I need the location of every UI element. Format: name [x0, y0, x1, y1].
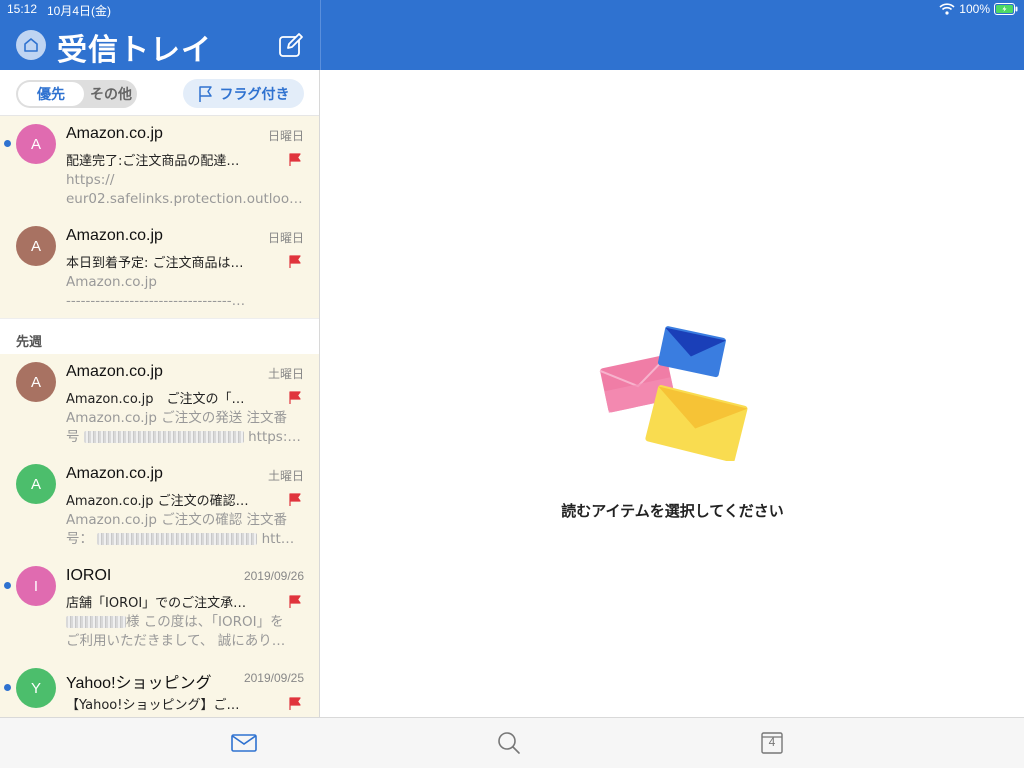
email-preview: https:// eur02.safelinks.protection.outl…: [66, 171, 306, 209]
section-label: 先週: [16, 335, 43, 350]
tab-search[interactable]: [494, 730, 524, 756]
email-subject: 【Yahoo!ショッピング】ご…: [66, 698, 240, 713]
email-sender: Yahoo!ショッピング: [66, 675, 212, 692]
preview-line: eur02.safelinks.protection.outloo…: [66, 191, 303, 207]
tab-bar: 4: [0, 717, 1024, 768]
calendar-day-number: 4: [768, 735, 776, 749]
app-header: 15:12 10月4日(金) 受信トレイ 100%: [0, 0, 1024, 70]
email-item[interactable]: A Amazon.co.jp 土曜日 Amazon.co.jp ご注文の「… A…: [0, 354, 319, 456]
email-subject: 配達完了:ご注文商品の配達…: [66, 154, 240, 169]
avatar: Y: [16, 668, 56, 708]
flag-icon[interactable]: [289, 391, 301, 405]
avatar: A: [16, 124, 56, 164]
status-right: 100%: [939, 2, 1018, 16]
battery-percent: 100%: [959, 2, 990, 16]
flag-outline-icon: [198, 85, 212, 102]
preview-line: https://: [66, 172, 115, 188]
redacted-text: [66, 616, 126, 628]
inbox-header: 15:12 10月4日(金) 受信トレイ: [0, 0, 320, 70]
empty-state-message: 読むアイテムを選択してください: [561, 502, 784, 520]
email-sender: Amazon.co.jp: [66, 363, 163, 380]
email-item[interactable]: A Amazon.co.jp 日曜日 本日到着予定: ご注文商品は… Amazo…: [0, 218, 319, 320]
preview-line: Amazon.co.jp ご注文の確認 注文番: [66, 512, 287, 528]
page-title: 受信トレイ: [57, 33, 212, 68]
email-item[interactable]: Y Yahoo!ショッピング 2019/09/25 【Yahoo!ショッピング】…: [0, 660, 319, 717]
email-item[interactable]: I IOROI 2019/09/26 店舗「IOROI」でのご注文承… 様 この…: [0, 558, 319, 660]
status-date: 10月4日(金): [47, 4, 112, 18]
preview-text: 号: [66, 429, 80, 445]
flag-icon[interactable]: [289, 697, 301, 711]
unread-indicator: [4, 684, 11, 691]
avatar: A: [16, 464, 56, 504]
redacted-text: [97, 533, 258, 545]
email-sender: IOROI: [66, 567, 112, 584]
filter-bar: 優先 その他 フラグ付き: [0, 70, 319, 116]
email-sender: Amazon.co.jp: [66, 125, 163, 142]
tab-focused[interactable]: 優先: [18, 82, 84, 106]
avatar: I: [16, 566, 56, 606]
email-date: 土曜日: [267, 367, 304, 381]
preview-line: 号 https:…: [66, 428, 306, 447]
preview-line: ご利用いただきまして、 誠にあり…: [66, 633, 286, 649]
email-sender: Amazon.co.jp: [66, 465, 163, 482]
home-icon: [24, 38, 38, 52]
unread-indicator: [4, 140, 11, 147]
email-preview: Amazon.co.jp ---------------------------…: [66, 273, 306, 311]
calendar-icon: 4: [761, 732, 783, 754]
preview-text: 様 この度は、「IOROI」を: [126, 614, 284, 630]
redacted-text: [83, 431, 244, 443]
email-date: 日曜日: [267, 129, 304, 143]
flagged-filter-button[interactable]: フラグ付き: [183, 79, 304, 108]
email-subject: 本日到着予定: ご注文商品は…: [66, 256, 244, 271]
flag-icon[interactable]: [289, 493, 301, 507]
preview-line: ----------------------------------…: [66, 293, 246, 309]
avatar: A: [16, 226, 56, 266]
unread-indicator: [4, 582, 11, 589]
email-subject: 店舗「IOROI」でのご注文承…: [66, 596, 247, 611]
preview-text: 号：: [66, 531, 93, 547]
email-sender: Amazon.co.jp: [66, 227, 163, 244]
tab-mail[interactable]: [229, 730, 259, 756]
message-list-pane: 優先 その他 フラグ付き A Amazon.co.jp 日曜日 配達完了:ご注文…: [0, 70, 320, 717]
header-divider: [320, 0, 321, 70]
status-time: 15:12: [7, 2, 38, 16]
envelopes-illustration: [599, 326, 748, 461]
search-icon: [498, 732, 520, 754]
preview-line: 号： htt…: [66, 530, 306, 549]
email-preview: Amazon.co.jp ご注文の確認 注文番 号： htt…: [66, 511, 306, 549]
battery-icon: [994, 3, 1018, 15]
flag-icon[interactable]: [289, 595, 301, 609]
tab-calendar[interactable]: 4: [757, 730, 787, 756]
compose-icon: [279, 33, 303, 57]
focused-other-toggle: 優先 その他: [16, 80, 137, 108]
reading-pane: 読むアイテムを選択してください: [321, 70, 1024, 717]
preview-text: htt…: [261, 531, 295, 547]
flagged-filter-label: フラグ付き: [219, 86, 290, 103]
email-item[interactable]: A Amazon.co.jp 土曜日 Amazon.co.jp ご注文の確認… …: [0, 456, 319, 558]
preview-line: 様 この度は、「IOROI」を: [66, 613, 306, 632]
email-date: 土曜日: [267, 469, 304, 483]
home-button[interactable]: [16, 30, 46, 60]
tab-other[interactable]: その他: [86, 82, 136, 106]
email-date: 2019/09/26: [243, 569, 304, 583]
flag-icon[interactable]: [289, 255, 301, 269]
preview-line: Amazon.co.jp ご注文の発送 注文番: [66, 410, 287, 426]
preview-line: Amazon.co.jp: [66, 274, 157, 290]
section-header: 先週: [0, 318, 319, 354]
email-subject: Amazon.co.jp ご注文の「…: [66, 392, 245, 407]
flag-icon[interactable]: [289, 153, 301, 167]
email-subject: Amazon.co.jp ご注文の確認…: [66, 494, 249, 509]
email-preview: 様 この度は、「IOROI」を ご利用いただきまして、 誠にあり…: [66, 613, 306, 651]
avatar: A: [16, 362, 56, 402]
compose-button[interactable]: [278, 32, 304, 58]
email-preview: Amazon.co.jp ご注文の発送 注文番 号 https:…: [66, 409, 306, 447]
preview-text: https:…: [248, 429, 301, 445]
mail-icon: [231, 734, 257, 752]
email-date: 日曜日: [267, 231, 304, 245]
email-item[interactable]: A Amazon.co.jp 日曜日 配達完了:ご注文商品の配達… https:…: [0, 116, 319, 218]
wifi-icon: [939, 3, 955, 15]
email-date: 2019/09/25: [243, 671, 304, 685]
